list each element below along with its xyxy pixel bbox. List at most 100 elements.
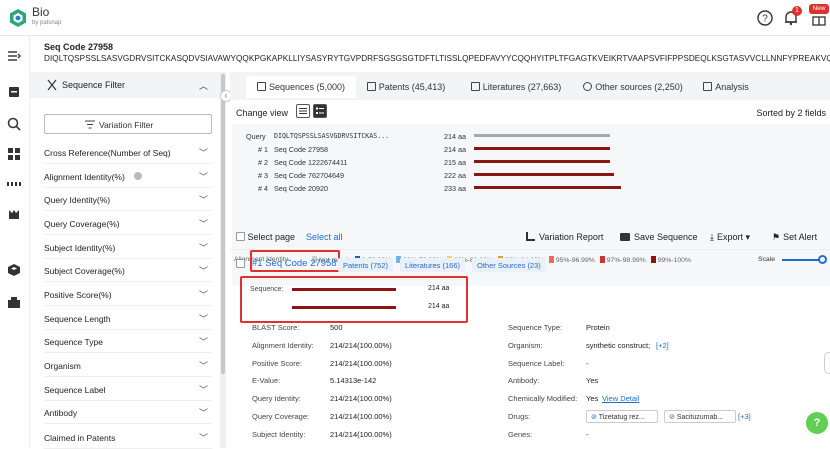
select-page-control[interactable]: Select page bbox=[236, 232, 295, 242]
result-source-chip[interactable]: Literatures (166) bbox=[400, 258, 465, 272]
detail-value: Yes bbox=[586, 376, 598, 385]
result-source-chip[interactable]: Patents (752) bbox=[338, 258, 393, 272]
drug-pill[interactable]: ⊘ Tizetatug rez... bbox=[586, 410, 658, 423]
lab-icon[interactable] bbox=[6, 206, 22, 222]
variation-report-button[interactable]: Variation Report bbox=[526, 232, 603, 242]
sequence-filter-panel: Sequence Filter ︿ Variation Filter Cross… bbox=[30, 72, 220, 448]
list-icon bbox=[297, 105, 309, 117]
filter-item[interactable]: Claimed in Patents﹀ bbox=[44, 427, 212, 449]
detail-value: 214/214(100.00%) bbox=[330, 341, 392, 350]
results-main: Sequences (5,000)Patents (45,413) Literat… bbox=[230, 72, 830, 448]
detail-value: 214/214(100.00%) bbox=[330, 412, 392, 421]
filter-header[interactable]: Sequence Filter ︿ bbox=[30, 72, 220, 98]
sorted-by-label[interactable]: Sorted by 2 fields bbox=[756, 108, 826, 118]
folder-save-icon bbox=[620, 233, 630, 241]
highlight-box-sequence bbox=[240, 276, 468, 323]
detail-value: synthetic construct; bbox=[586, 341, 650, 350]
filter-item[interactable]: Subject Coverage(%)﹀ bbox=[44, 260, 212, 282]
filter-item[interactable]: Antibody﹀ bbox=[44, 402, 212, 424]
sequence-bar-subject bbox=[292, 306, 396, 309]
legend-item: 95%-96.99% bbox=[549, 257, 595, 264]
set-alert-button[interactable]: ⚑Set Alert bbox=[772, 232, 817, 243]
result-checkbox[interactable] bbox=[236, 259, 245, 268]
legend-label: 99%-100% bbox=[658, 257, 691, 264]
filter-scrollbar-thumb[interactable] bbox=[221, 74, 225, 374]
filter-item[interactable]: Positive Score(%)﹀ bbox=[44, 284, 212, 306]
cube-icon[interactable] bbox=[6, 262, 22, 278]
select-page-label: Select page bbox=[248, 232, 296, 242]
chevron-down-icon: ﹀ bbox=[199, 193, 208, 206]
query-length: 214 aa bbox=[444, 132, 466, 141]
legend-label: 95%-96.99% bbox=[556, 257, 595, 264]
filter-item[interactable]: Organism﹀ bbox=[44, 355, 212, 377]
info-icon[interactable] bbox=[134, 172, 142, 180]
chevron-down-icon: ﹀ bbox=[199, 312, 208, 325]
variation-report-label: Variation Report bbox=[539, 232, 603, 242]
tab-cube[interactable]: Other sources (2,250) bbox=[578, 76, 688, 98]
result-source-chip[interactable]: Other Sources (23) bbox=[472, 258, 546, 272]
sequence-dots-icon[interactable] bbox=[6, 176, 22, 192]
drug-pill[interactable]: ⊘ Sacituzumab... bbox=[664, 410, 736, 423]
drugs-more-link[interactable]: [+3] bbox=[738, 412, 751, 421]
filter-item[interactable]: Subject Identity(%)﹀ bbox=[44, 237, 212, 259]
alignment-row-number: # 2 bbox=[258, 158, 268, 167]
bio-logo-icon[interactable] bbox=[8, 8, 28, 28]
legend-swatch bbox=[600, 256, 605, 263]
scale-slider-handle[interactable] bbox=[818, 255, 827, 264]
save-sequence-button[interactable]: Save Sequence bbox=[620, 232, 698, 242]
tab-book[interactable]: Literatures (27,663) bbox=[462, 76, 570, 98]
filter-item[interactable]: Alignment Identity(%)﹀ bbox=[44, 166, 212, 188]
book-icon bbox=[471, 82, 480, 91]
detail-list-icon bbox=[314, 105, 326, 117]
alignment-row-bar[interactable] bbox=[474, 160, 610, 163]
filter-lines-icon bbox=[85, 120, 95, 129]
filter-item[interactable]: Cross Reference(Number of Seq)﹀ bbox=[44, 142, 212, 164]
side-drawer-handle[interactable] bbox=[824, 352, 830, 374]
chevron-down-icon: ﹀ bbox=[199, 335, 208, 348]
search-icon[interactable] bbox=[6, 116, 22, 132]
filter-item[interactable]: Query Coverage(%)﹀ bbox=[44, 213, 212, 235]
collapse-chevron-icon[interactable]: ︿ bbox=[199, 79, 208, 92]
filter-item[interactable]: Sequence Length ﹀ bbox=[44, 308, 212, 330]
legend-swatch bbox=[549, 256, 554, 263]
organism-more-link[interactable]: [+2] bbox=[656, 341, 669, 350]
filter-item[interactable]: Sequence Type ﹀ bbox=[44, 331, 212, 353]
tab-bar-chart[interactable]: Analysis bbox=[696, 76, 756, 98]
export-button[interactable]: ⤓Export ▾ bbox=[710, 232, 750, 243]
filter-item-label: Sequence Type bbox=[44, 337, 103, 347]
view-detail-link[interactable]: View Detail bbox=[602, 394, 639, 403]
list-view-button[interactable] bbox=[296, 104, 310, 118]
grid-apps-icon[interactable] bbox=[6, 146, 22, 162]
expand-menu-icon[interactable] bbox=[6, 48, 22, 64]
alignment-row-code: Seq Code 20920 bbox=[274, 184, 328, 193]
highlight-box-title bbox=[250, 250, 340, 272]
alignment-row-bar[interactable] bbox=[474, 173, 614, 176]
detail-value: 214/214(100.00%) bbox=[330, 430, 392, 439]
sequence-length-query: 214 aa bbox=[428, 285, 449, 292]
report-chart-icon bbox=[526, 232, 535, 241]
help-chat-button[interactable]: ? bbox=[806, 412, 828, 434]
workspace-icon[interactable] bbox=[6, 294, 22, 310]
chevron-down-icon: ﹀ bbox=[199, 431, 208, 444]
variation-filter-button[interactable]: Variation Filter bbox=[44, 114, 212, 134]
tab-dna[interactable]: Sequences (5,000) bbox=[246, 76, 356, 98]
top-bar: Bio by patsnap ? 1 New bbox=[0, 0, 830, 36]
sequence-label: Sequence: bbox=[250, 286, 283, 293]
help-icon[interactable]: ? bbox=[756, 9, 774, 27]
scale-slider-track[interactable] bbox=[782, 259, 822, 261]
select-all-link[interactable]: Select all bbox=[306, 232, 343, 242]
filter-item[interactable]: Query Identity(%)﹀ bbox=[44, 189, 212, 211]
detail-view-button[interactable] bbox=[313, 104, 327, 118]
filter-item-label: Sequence Length bbox=[44, 314, 111, 324]
results-toolbar: Select page Select all Variation Report … bbox=[230, 226, 830, 248]
filter-item-label: Query Coverage(%) bbox=[44, 219, 120, 229]
alignment-row-bar[interactable] bbox=[474, 147, 610, 150]
tab-patent[interactable]: Patents (45,413) bbox=[360, 76, 452, 98]
alignment-row-bar[interactable] bbox=[474, 186, 621, 189]
drug-icon: ⊘ bbox=[591, 414, 599, 421]
folder-icon[interactable] bbox=[6, 84, 22, 100]
filter-item[interactable]: Sequence Label﹀ bbox=[44, 379, 212, 401]
export-icon: ⤓ bbox=[710, 232, 714, 242]
select-page-checkbox[interactable] bbox=[236, 232, 245, 241]
chevron-down-icon: ﹀ bbox=[199, 288, 208, 301]
